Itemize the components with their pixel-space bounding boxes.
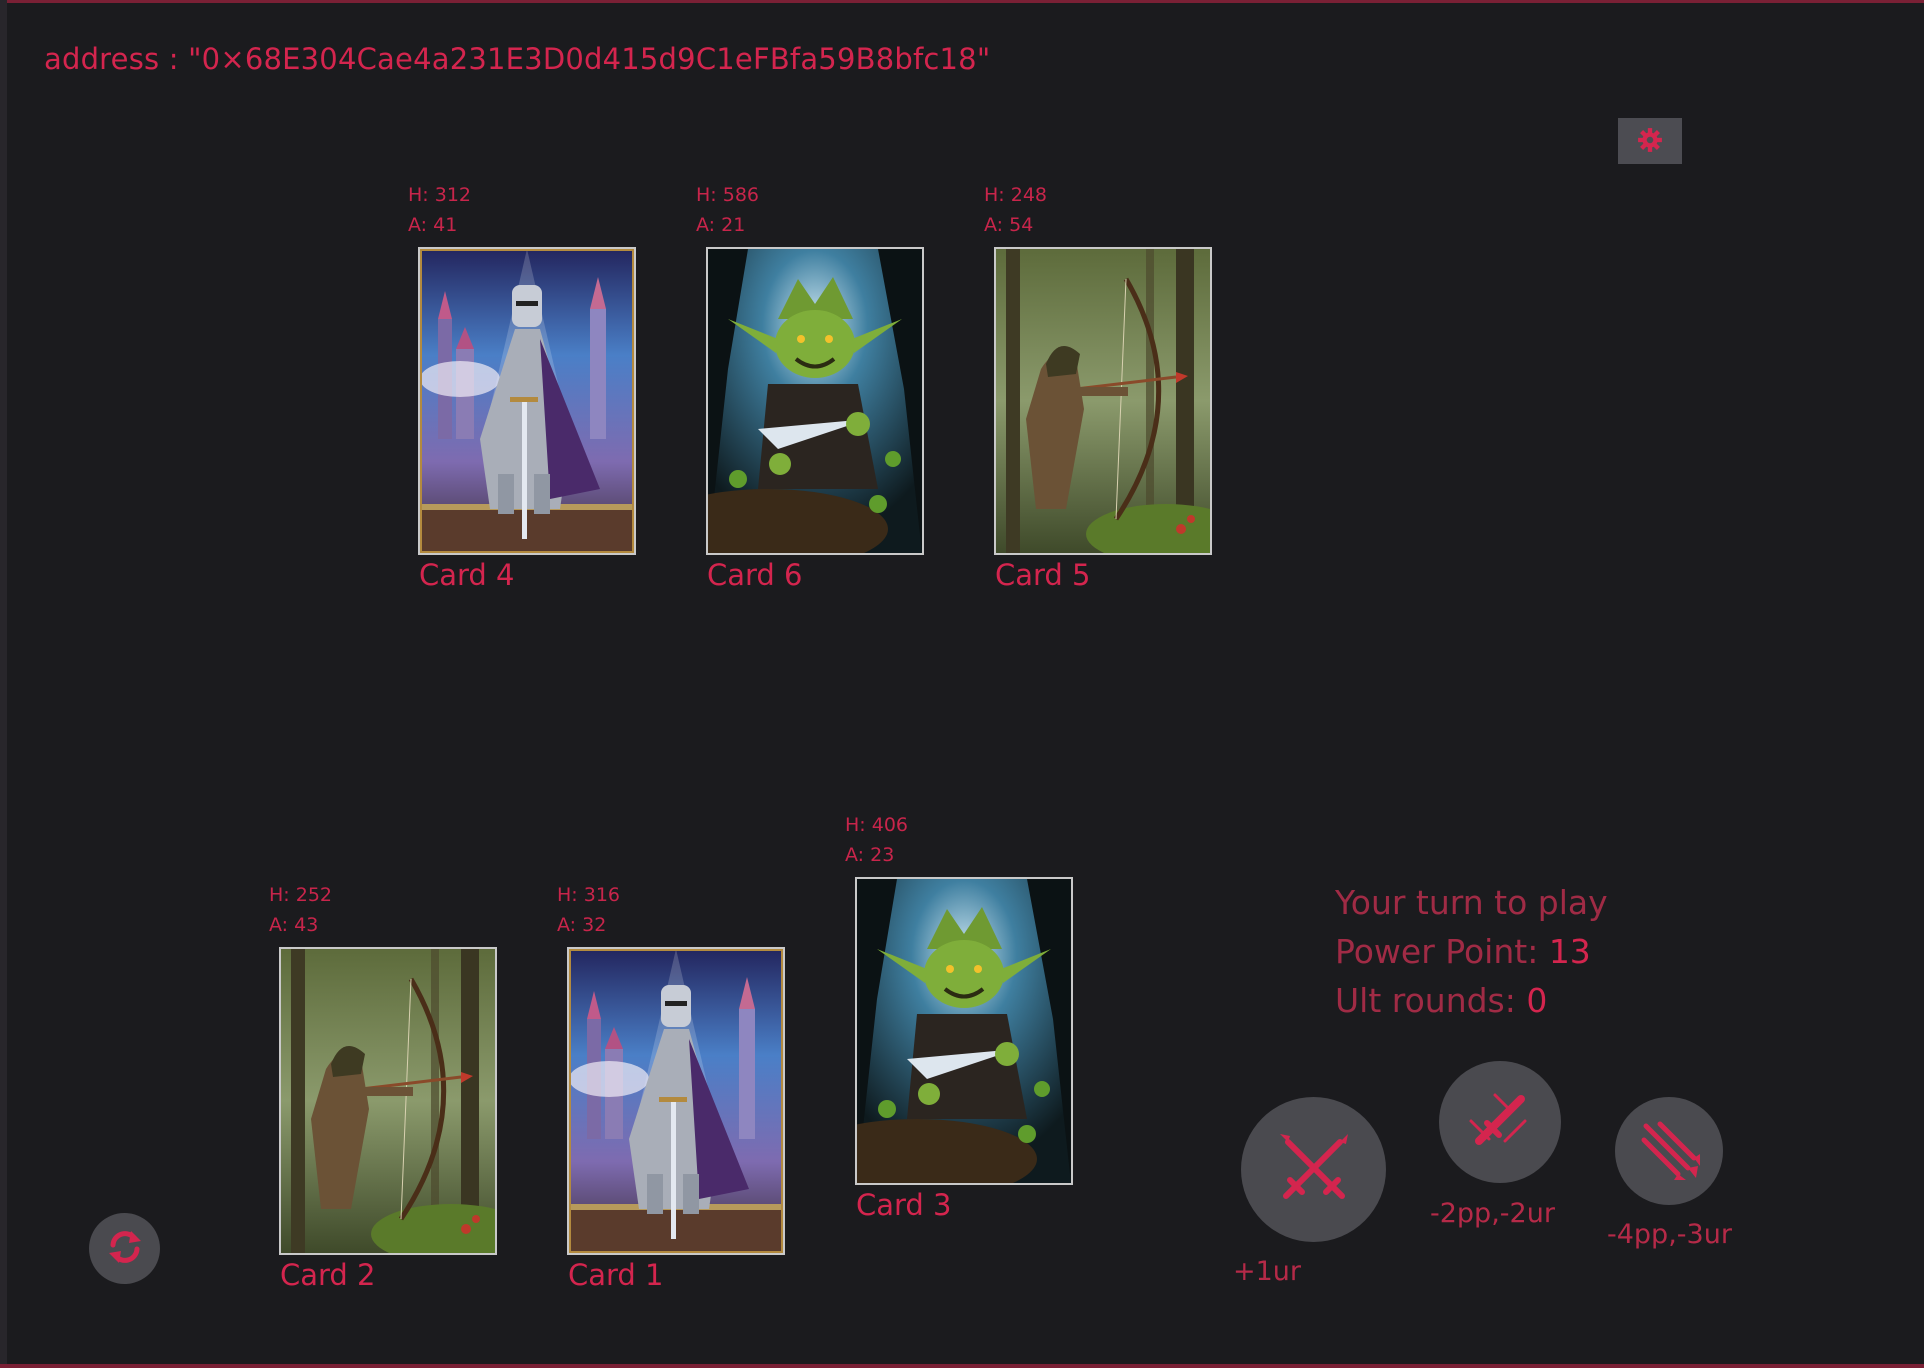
power-points-value: 13 bbox=[1548, 932, 1591, 971]
arrow-volley-icon bbox=[1636, 1116, 1702, 1186]
wallet-address: address : "0×68E304Cae4a231E3D0d415d9C1e… bbox=[44, 42, 991, 76]
card-name: Card 5 bbox=[995, 558, 1091, 592]
card-health: H: 312 bbox=[408, 184, 471, 206]
gear-icon bbox=[1637, 127, 1663, 156]
power-points-label: Power Point: bbox=[1335, 932, 1549, 971]
frame-left-border bbox=[0, 0, 7, 1368]
card-health: H: 586 bbox=[696, 184, 759, 206]
game-status: Your turn to play Power Point: 13 Ult ro… bbox=[1335, 878, 1608, 1025]
power-strike-label: -2pp,-2ur bbox=[1430, 1198, 1555, 1229]
ult-rounds-value: 0 bbox=[1526, 981, 1548, 1020]
card-name: Card 4 bbox=[419, 558, 515, 592]
opponent-card: H: 586 A: 21 Card 6 bbox=[696, 180, 924, 592]
crossed-swords-icon bbox=[1274, 1128, 1354, 1212]
player-card: H: 406 A: 23 Card 3 bbox=[845, 810, 1073, 1222]
refresh-icon bbox=[105, 1227, 145, 1271]
turn-indicator: Your turn to play bbox=[1335, 883, 1608, 922]
knight-card-art[interactable] bbox=[567, 947, 785, 1255]
basic-attack-button[interactable] bbox=[1241, 1097, 1386, 1242]
card-health: H: 252 bbox=[269, 884, 332, 906]
settings-button[interactable] bbox=[1618, 118, 1682, 164]
card-attack: A: 23 bbox=[845, 844, 895, 866]
frame-top-border bbox=[0, 0, 1924, 3]
sword-strike-icon bbox=[1465, 1085, 1535, 1159]
card-health: H: 248 bbox=[984, 184, 1047, 206]
ultimate-label: -4pp,-3ur bbox=[1607, 1219, 1732, 1250]
refresh-button[interactable] bbox=[89, 1213, 160, 1284]
card-health: H: 406 bbox=[845, 814, 908, 836]
goblin-card-art[interactable] bbox=[706, 247, 924, 555]
card-name: Card 6 bbox=[707, 558, 803, 592]
card-name: Card 3 bbox=[856, 1188, 952, 1222]
opponent-card: H: 248 A: 54 Card 5 bbox=[984, 180, 1212, 592]
card-attack: A: 43 bbox=[269, 914, 319, 936]
card-attack: A: 21 bbox=[696, 214, 746, 236]
player-card: H: 252 A: 43 Card 2 bbox=[269, 880, 497, 1292]
ult-rounds-label: Ult rounds: bbox=[1335, 981, 1527, 1020]
power-points: Power Point: 13 bbox=[1335, 927, 1608, 976]
goblin-card-art[interactable] bbox=[855, 877, 1073, 1185]
frame-bottom-border bbox=[0, 1364, 1924, 1368]
card-health: H: 316 bbox=[557, 884, 620, 906]
card-name: Card 2 bbox=[280, 1258, 376, 1292]
opponent-card: H: 312 A: 41 Card 4 bbox=[408, 180, 636, 592]
ultimate-button[interactable] bbox=[1615, 1097, 1723, 1205]
power-strike-button[interactable] bbox=[1439, 1061, 1561, 1183]
ult-rounds: Ult rounds: 0 bbox=[1335, 976, 1608, 1025]
knight-card-art[interactable] bbox=[418, 247, 636, 555]
player-card: H: 316 A: 32 Card 1 bbox=[557, 880, 785, 1292]
card-attack: A: 32 bbox=[557, 914, 607, 936]
card-name: Card 1 bbox=[568, 1258, 664, 1292]
basic-attack-label: +1ur bbox=[1233, 1256, 1302, 1287]
archer-card-art[interactable] bbox=[994, 247, 1212, 555]
card-attack: A: 41 bbox=[408, 214, 458, 236]
archer-card-art[interactable] bbox=[279, 947, 497, 1255]
card-attack: A: 54 bbox=[984, 214, 1034, 236]
